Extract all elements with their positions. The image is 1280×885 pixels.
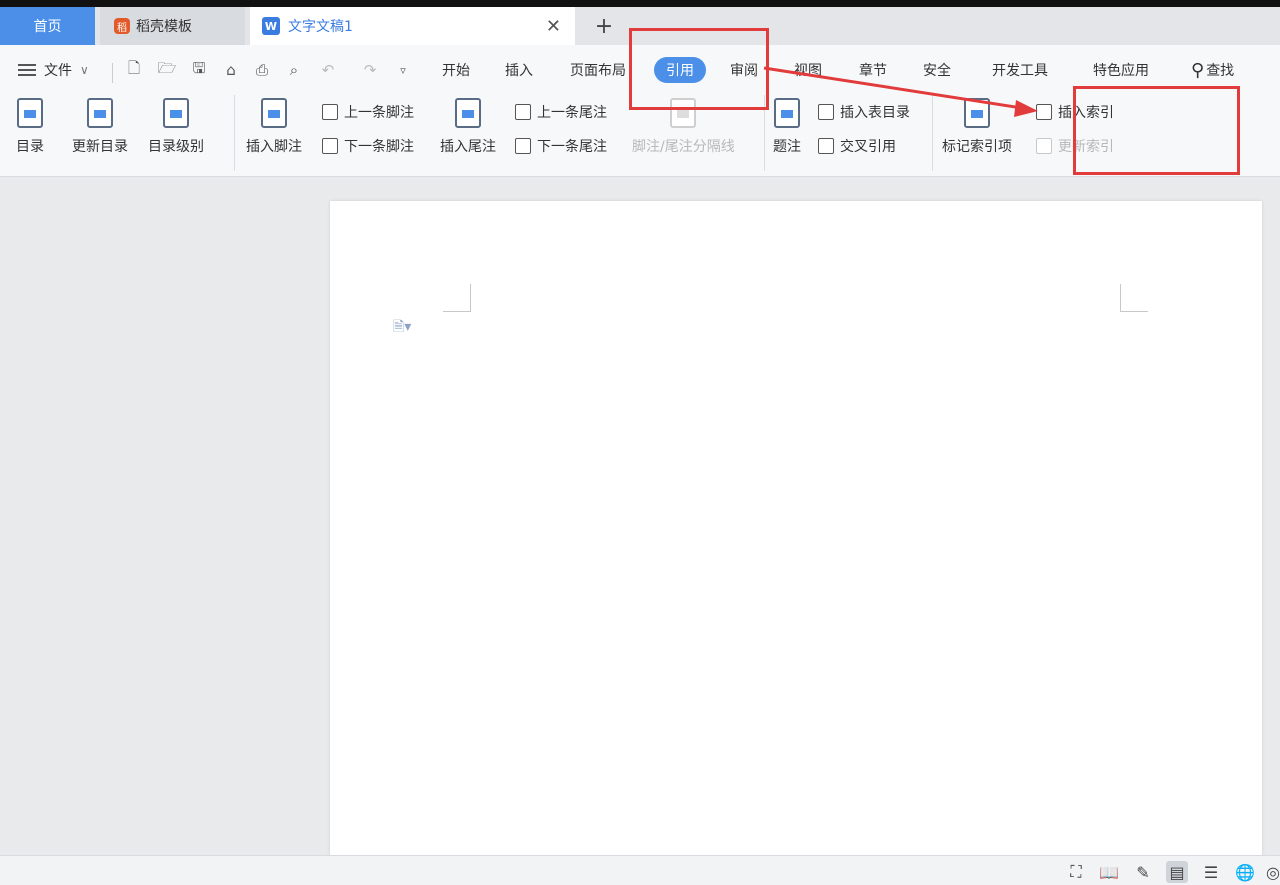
tab-daoke-label: 稻壳模板 — [136, 19, 192, 35]
top-band — [0, 0, 1280, 7]
save-icon[interactable]: 🖫 — [189, 59, 209, 80]
cross-reference-icon — [818, 138, 834, 154]
update-index-icon — [1036, 138, 1052, 154]
page-view-icon[interactable]: ▤ — [1166, 861, 1188, 883]
insert-endnote-icon — [455, 98, 481, 128]
open-icon[interactable]: 🗁 — [157, 59, 177, 80]
annotation-arrow — [763, 66, 1038, 117]
prev-footnote-label: 上一条脚注 — [344, 105, 414, 121]
arrow-line — [763, 66, 1023, 110]
search-label: 查找 — [1206, 63, 1235, 79]
insert-footnote-label: 插入脚注 — [246, 139, 302, 155]
insert-endnote-button[interactable]: 插入尾注 — [440, 98, 496, 156]
prev-footnote-button[interactable]: 上一条脚注 — [322, 102, 414, 122]
print-preview-icon[interactable]: ⌕ — [284, 60, 304, 80]
eye-protection-icon[interactable]: ◎ — [1262, 861, 1280, 883]
web-view-icon[interactable]: 🌐 — [1234, 861, 1256, 883]
toc-level-label: 目录级别 — [148, 139, 204, 155]
mark-index-label: 标记索引项 — [942, 139, 1012, 155]
toc-icon — [17, 98, 43, 128]
status-bar: ⛶ 📖 ✎ ▤ ☰ 🌐 ◎ — [0, 855, 1280, 885]
prev-endnote-icon — [515, 104, 531, 120]
next-endnote-label: 下一条尾注 — [537, 139, 607, 155]
divider — [112, 63, 113, 83]
close-tab-icon[interactable]: ✕ — [546, 16, 561, 37]
prev-endnote-button[interactable]: 上一条尾注 — [515, 102, 607, 122]
reading-mode-icon[interactable]: 📖 — [1098, 861, 1120, 883]
tab-home-label: 首页 — [33, 19, 62, 35]
chevron-down-icon: ∨ — [80, 63, 89, 77]
toc-label: 目录 — [16, 139, 44, 155]
document-page[interactable]: 🗎▾ — [330, 201, 1262, 861]
new-icon[interactable]: 🗋 — [124, 59, 144, 80]
next-footnote-icon — [322, 138, 338, 154]
arrow-head — [1014, 100, 1038, 117]
edit-mode-icon[interactable]: ✎ — [1132, 861, 1154, 883]
footnote-separator-label: 脚注/尾注分隔线 — [632, 139, 735, 155]
margin-corner-top-right — [1120, 284, 1148, 312]
caption-label: 题注 — [773, 139, 801, 155]
undo-icon[interactable]: ↶ — [318, 60, 338, 80]
paragraph-options-icon[interactable]: 🗎▾ — [393, 316, 411, 340]
toc-button[interactable]: 目录 — [16, 98, 44, 156]
menu-features[interactable]: 特色应用 — [1093, 55, 1149, 85]
menu-start[interactable]: 开始 — [442, 55, 470, 85]
outline-view-icon[interactable]: ☰ — [1200, 861, 1222, 883]
next-footnote-button[interactable]: 下一条脚注 — [322, 136, 414, 156]
update-toc-label: 更新目录 — [72, 139, 128, 155]
writer-doc-icon: W — [262, 17, 280, 35]
search-icon: ⚲ — [1191, 59, 1205, 81]
file-menu[interactable]: 文件 ∨ — [18, 55, 89, 85]
highlight-box-insert-index — [1073, 86, 1240, 175]
format-painter-icon[interactable]: ⌂ — [221, 60, 241, 80]
redo-icon[interactable]: ↷ — [360, 60, 380, 80]
menu-icon — [18, 64, 36, 76]
prev-footnote-icon — [322, 104, 338, 120]
daoke-icon: 稻 — [114, 18, 130, 34]
document-canvas[interactable]: 🗎▾ — [0, 178, 1280, 861]
group-divider — [234, 95, 235, 171]
tab-daoke-template[interactable]: 稻 稻壳模板 — [100, 7, 245, 45]
fullscreen-icon[interactable]: ⛶ — [1065, 861, 1087, 883]
menu-page-layout[interactable]: 页面布局 — [570, 55, 626, 85]
highlight-box-references — [629, 28, 769, 110]
toc-level-button[interactable]: 目录级别 — [148, 98, 204, 156]
cross-reference-label: 交叉引用 — [840, 139, 896, 155]
print-icon[interactable]: ⎙ — [252, 60, 272, 80]
menu-insert[interactable]: 插入 — [505, 55, 533, 85]
next-endnote-icon — [515, 138, 531, 154]
tab-document-label: 文字文稿1 — [288, 19, 353, 35]
customize-icon[interactable]: ▿ — [393, 60, 413, 80]
tab-home[interactable]: 首页 — [0, 7, 95, 45]
update-toc-button[interactable]: 更新目录 — [72, 98, 128, 156]
next-footnote-label: 下一条脚注 — [344, 139, 414, 155]
update-toc-icon — [87, 98, 113, 128]
tab-document[interactable]: W 文字文稿1 ✕ — [250, 7, 575, 45]
margin-corner-top-left — [443, 284, 471, 312]
search-button[interactable]: ⚲ 查找 — [1191, 55, 1234, 85]
prev-endnote-label: 上一条尾注 — [537, 105, 607, 121]
toc-level-icon — [163, 98, 189, 128]
insert-footnote-icon — [261, 98, 287, 128]
insert-endnote-label: 插入尾注 — [440, 139, 496, 155]
next-endnote-button[interactable]: 下一条尾注 — [515, 136, 607, 156]
new-tab-button[interactable]: + — [590, 7, 618, 45]
insert-footnote-button[interactable]: 插入脚注 — [246, 98, 302, 156]
file-menu-label: 文件 — [44, 63, 72, 79]
cross-reference-button[interactable]: 交叉引用 — [818, 136, 896, 156]
